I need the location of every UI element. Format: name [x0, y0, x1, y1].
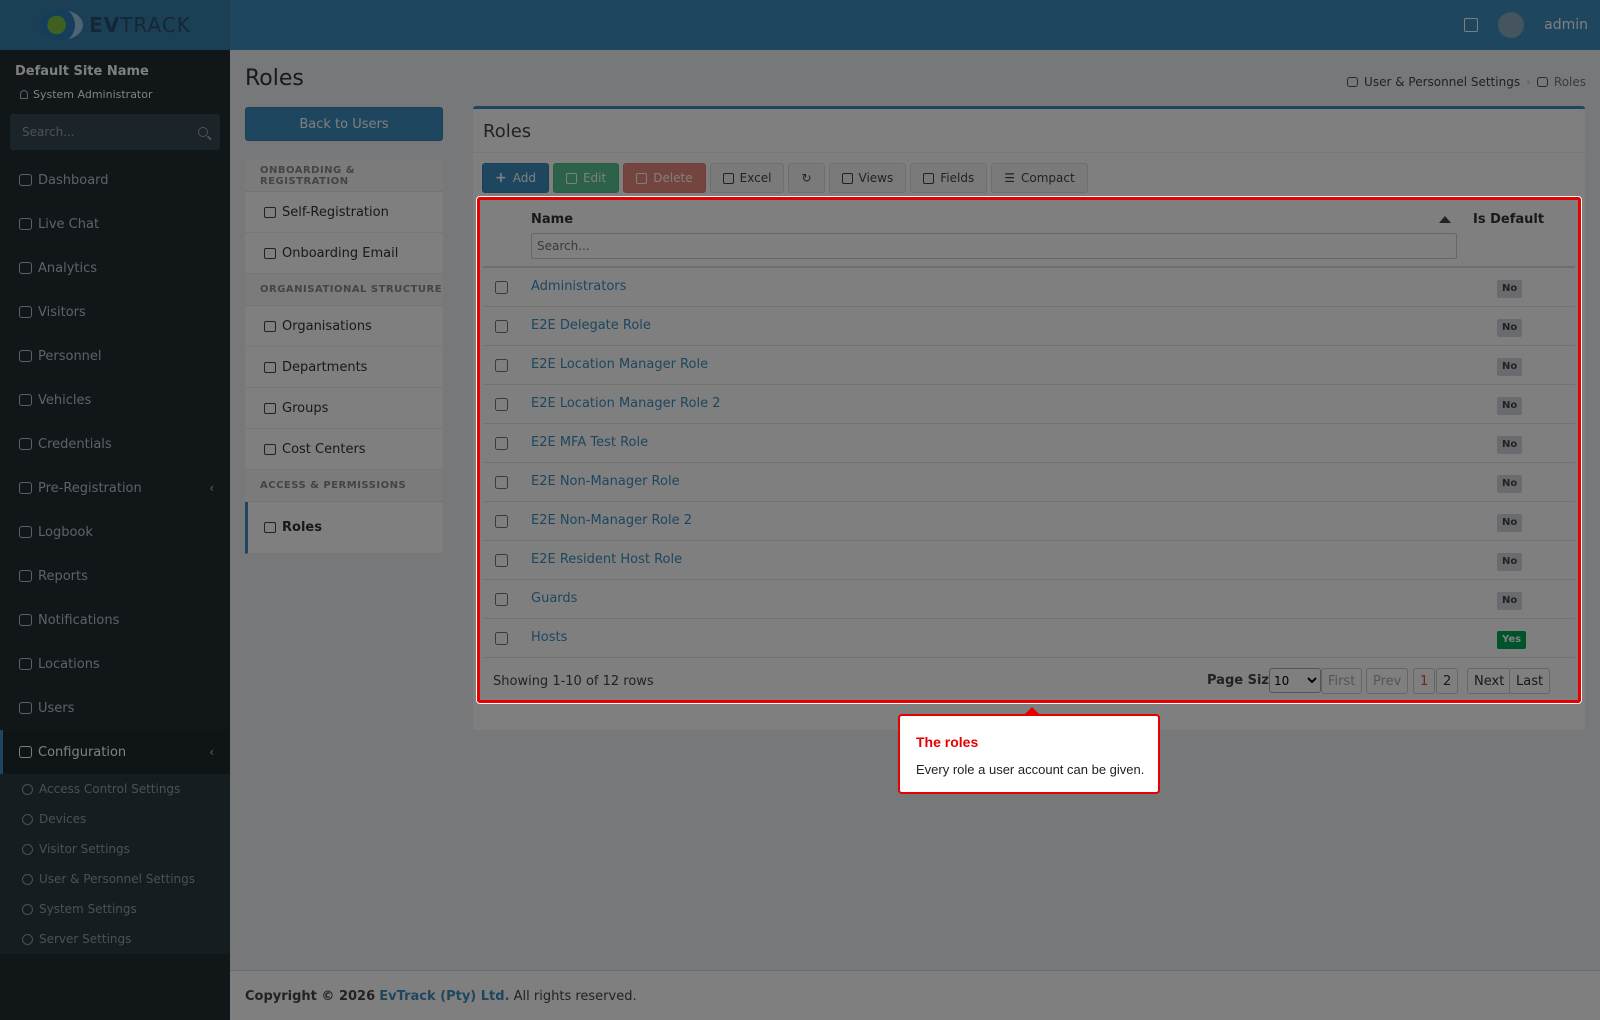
- tour-highlight: [477, 197, 1581, 703]
- tooltip-title: The roles: [916, 734, 979, 750]
- tour-tooltip: The roles Every role a user account can …: [898, 707, 1160, 794]
- tooltip-body: Every role a user account can be given.: [916, 762, 1145, 777]
